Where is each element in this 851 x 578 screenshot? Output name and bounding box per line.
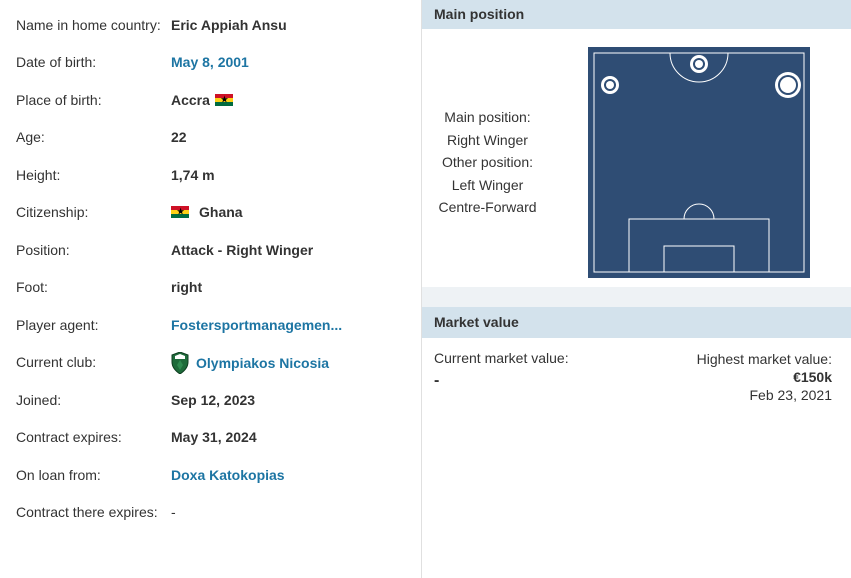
label-position: Position: (16, 242, 70, 258)
label-height: Height: (16, 167, 61, 183)
row-position: Position: Attack - Right Winger (16, 240, 416, 260)
row-age: Age: 22 (16, 127, 416, 147)
other-position-label: Other position: (441, 154, 534, 170)
other-position-value-2: Centre-Forward (438, 199, 537, 215)
citizenship-text: Ghana (199, 204, 243, 220)
position-pitch-diagram (588, 47, 810, 278)
value-age: 22 (171, 129, 187, 145)
value-position: Attack - Right Winger (171, 242, 314, 258)
label-contract-there-expires: Contract there expires: (16, 504, 158, 520)
label-current-club: Current club: (16, 354, 97, 370)
position-market-panel: Main position Main position: Right Winge… (422, 0, 851, 578)
label-name-home-country: Name in home country: (16, 17, 161, 33)
value-contract-expires: May 31, 2024 (171, 429, 257, 445)
value-current-club[interactable]: Olympiakos Nicosia (171, 352, 329, 374)
main-position-value: Right Winger (447, 132, 528, 148)
ghana-flag-icon: ★ (214, 94, 233, 106)
row-foot: Foot: right (16, 277, 416, 297)
row-contract-there-expires: Contract there expires: - (16, 502, 416, 522)
marker-centre-forward (690, 55, 708, 73)
value-foot: right (171, 279, 203, 295)
date-of-birth-link[interactable]: May 8, 2001 (171, 52, 249, 72)
main-position-header: Main position (422, 0, 851, 29)
label-place-of-birth: Place of birth: (16, 92, 102, 108)
row-citizenship: Citizenship: ★ Ghana (16, 202, 416, 222)
label-date-of-birth: Date of birth: (16, 54, 97, 70)
row-date-of-birth: Date of birth: May 8, 2001 (16, 52, 416, 72)
label-player-agent: Player agent: (16, 317, 99, 333)
row-joined: Joined: Sep 12, 2023 (16, 390, 416, 410)
row-current-club: Current club: Olympiakos Nicosia (16, 352, 416, 374)
row-name-home-country: Name in home country: Eric Appiah Ansu (16, 15, 416, 35)
highest-market-value-block: Highest market value: €150k Feb 23, 2021 (697, 350, 832, 404)
label-citizenship: Citizenship: (16, 204, 89, 220)
value-name-home-country: Eric Appiah Ansu (171, 17, 287, 33)
player-facts-panel: Name in home country: Eric Appiah Ansu D… (0, 0, 421, 578)
marker-right-winger-main (775, 72, 801, 98)
player-agent-link[interactable]: Fostersportmanagemen... (171, 315, 342, 335)
row-place-of-birth: Place of birth: Accra ★ (16, 90, 416, 110)
label-on-loan-from: On loan from: (16, 467, 101, 483)
value-place-of-birth: Accra ★ (171, 90, 233, 110)
highest-market-value-date: Feb 23, 2021 (749, 387, 832, 403)
other-position-value-1: Left Winger (451, 177, 524, 193)
market-value-header: Market value (422, 307, 851, 338)
current-club-link[interactable]: Olympiakos Nicosia (196, 353, 329, 373)
row-height: Height: 1,74 m (16, 165, 416, 185)
highest-market-value: €150k (793, 369, 832, 385)
section-separator (422, 287, 851, 307)
place-of-birth-text: Accra (171, 92, 210, 108)
label-foot: Foot: (16, 279, 48, 295)
row-contract-expires: Contract expires: May 31, 2024 (16, 427, 416, 447)
ghana-flag-icon: ★ (171, 206, 189, 218)
label-contract-expires: Contract expires: (16, 429, 122, 445)
value-contract-there-expires: - (171, 504, 176, 520)
value-joined: Sep 12, 2023 (171, 392, 256, 408)
on-loan-from-link[interactable]: Doxa Katokopias (171, 465, 285, 485)
current-market-value: - (434, 372, 440, 389)
marker-left-winger (601, 76, 619, 94)
main-position-label: Main position: (444, 109, 531, 125)
row-player-agent: Player agent: Fostersportmanagemen... (16, 315, 416, 335)
value-height: 1,74 m (171, 167, 215, 183)
value-citizenship: ★ Ghana (171, 202, 243, 222)
label-joined: Joined: (16, 392, 62, 408)
row-on-loan-from: On loan from: Doxa Katokopias (16, 465, 416, 485)
current-market-value-label: Current market value: (434, 350, 569, 366)
olympiakos-nicosia-crest-icon[interactable] (171, 352, 189, 374)
highest-market-value-label: Highest market value: (696, 351, 832, 367)
label-age: Age: (16, 129, 45, 145)
